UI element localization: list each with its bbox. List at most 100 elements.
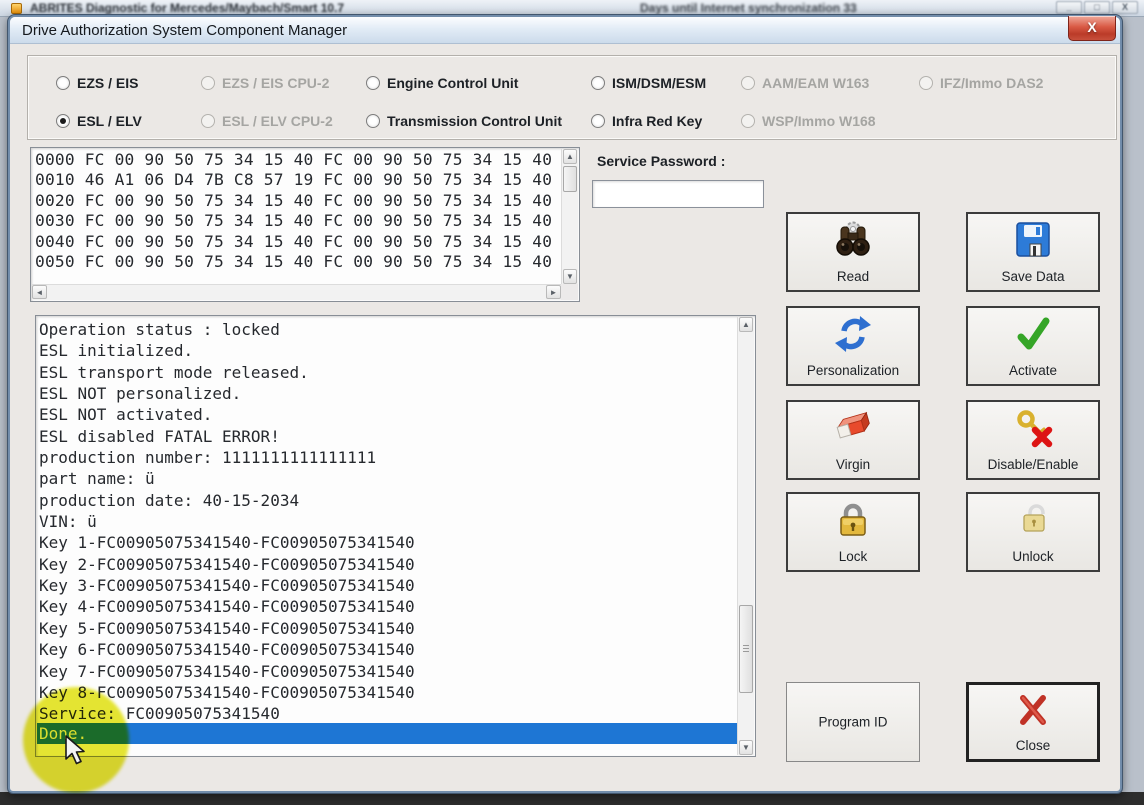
component-manager-dialog: Drive Authorization System Component Man… xyxy=(8,15,1122,793)
button-label: Activate xyxy=(968,363,1098,378)
background-minimize-button: _ xyxy=(1056,1,1082,14)
radio-circle-icon xyxy=(201,114,215,128)
log-line: Key 2-FC00905075341540-FC00905075341540 xyxy=(39,554,735,575)
log-line: Key 3-FC00905075341540-FC00905075341540 xyxy=(39,575,735,596)
hex-line: 0000 FC 00 90 50 75 34 15 40 FC 00 90 50… xyxy=(35,150,559,170)
log-line: ESL NOT activated. xyxy=(39,404,735,425)
button-label: Close xyxy=(969,738,1097,753)
eraser-icon xyxy=(833,408,873,448)
button-label: Program ID xyxy=(787,715,919,730)
radio-circle-icon xyxy=(591,76,605,90)
background-close-button: X xyxy=(1112,1,1138,14)
radio-wsp-immo-w168: WSP/Immo W168 xyxy=(741,112,876,130)
service-password-input[interactable] xyxy=(592,180,764,208)
radio-ezs-eis[interactable]: EZS / EIS xyxy=(56,74,138,92)
radio-infra-red-key[interactable]: Infra Red Key xyxy=(591,112,702,130)
dialog-close-button[interactable]: X xyxy=(1068,16,1116,41)
background-maximize-button: □ xyxy=(1084,1,1110,14)
radio-circle-icon xyxy=(201,76,215,90)
scroll-left-button[interactable]: ◄ xyxy=(32,285,47,299)
button-label: Unlock xyxy=(968,549,1098,564)
radio-transmission-control-unit[interactable]: Transmission Control Unit xyxy=(366,112,562,130)
activate-button[interactable]: Activate xyxy=(966,306,1100,386)
scrollbar-corner xyxy=(561,284,578,300)
scroll-down-button[interactable]: ▼ xyxy=(563,269,577,284)
hex-vertical-scrollbar[interactable]: ▲ ▼ xyxy=(561,149,578,284)
binoculars-icon xyxy=(833,220,873,260)
radio-circle-icon xyxy=(919,76,933,90)
background-bottom-band xyxy=(0,792,1144,805)
radio-circle-icon xyxy=(591,114,605,128)
hex-horizontal-scrollbar[interactable]: ◄ ► xyxy=(32,284,561,300)
scrollbar-thumb[interactable] xyxy=(739,605,753,693)
log-line: production number: 1111111111111111 xyxy=(39,447,735,468)
log-line: Key 8-FC00905075341540-FC00905075341540 xyxy=(39,682,735,703)
radio-ezs-eis-cpu2: EZS / EIS CPU-2 xyxy=(201,74,329,92)
scroll-down-button[interactable]: ▼ xyxy=(739,740,753,755)
radio-ifz-immo-das2: IFZ/Immo DAS2 xyxy=(919,74,1043,92)
log-line: production date: 40-15-2034 xyxy=(39,490,735,511)
red-x-icon xyxy=(1013,691,1053,731)
log-line: Key 5-FC00905075341540-FC00905075341540 xyxy=(39,618,735,639)
radio-engine-control-unit[interactable]: Engine Control Unit xyxy=(366,74,518,92)
hex-line: 0020 FC 00 90 50 75 34 15 40 FC 00 90 50… xyxy=(35,191,559,211)
scroll-up-button[interactable]: ▲ xyxy=(563,149,577,164)
button-label: Read xyxy=(788,269,918,284)
log-line: part name: ü xyxy=(39,468,735,489)
button-label: Lock xyxy=(788,549,918,564)
log-vertical-scrollbar[interactable]: ▲ ▼ xyxy=(737,317,754,755)
key-disable-icon xyxy=(1013,408,1053,448)
hex-line: 0050 FC 00 90 50 75 34 15 40 FC 00 90 50… xyxy=(35,252,559,272)
hex-dump-view[interactable]: 0000 FC 00 90 50 75 34 15 40 FC 00 90 50… xyxy=(30,147,580,302)
button-label: Personalization xyxy=(788,363,918,378)
background-app-icon xyxy=(11,3,22,14)
log-line: Service: FC00905075341540 xyxy=(39,703,735,724)
radio-aam-eam-w163: AAM/EAM W163 xyxy=(741,74,869,92)
close-button[interactable]: Close xyxy=(966,682,1100,762)
log-output-view[interactable]: Operation status : lockedESL initialized… xyxy=(35,315,756,757)
hex-line: 0010 46 A1 06 D4 7B C8 57 19 FC 00 90 50… xyxy=(35,170,559,190)
background-window-status: Days until Internet synchronization 33 xyxy=(640,1,857,15)
radio-circle-icon xyxy=(741,114,755,128)
radio-ism-dsm-esm[interactable]: ISM/DSM/ESM xyxy=(591,74,706,92)
log-line: Key 1-FC00905075341540-FC00905075341540 xyxy=(39,532,735,553)
hex-dump-lines: 0000 FC 00 90 50 75 34 15 40 FC 00 90 50… xyxy=(35,150,559,283)
hex-line: 0030 FC 00 90 50 75 34 15 40 FC 00 90 50… xyxy=(35,211,559,231)
log-line: Key 4-FC00905075341540-FC00905075341540 xyxy=(39,596,735,617)
component-type-groupbox: EZS / EIS EZS / EIS CPU-2 Engine Control… xyxy=(27,55,1117,140)
button-label: Disable/Enable xyxy=(968,457,1098,472)
lock-button[interactable]: Lock xyxy=(786,492,920,572)
disable-enable-button[interactable]: Disable/Enable xyxy=(966,400,1100,480)
hex-line: 0040 FC 00 90 50 75 34 15 40 FC 00 90 50… xyxy=(35,232,559,252)
log-line: ESL disabled FATAL ERROR! xyxy=(39,426,735,447)
unlock-button[interactable]: Unlock xyxy=(966,492,1100,572)
radio-esl-elv-cpu2: ESL / ELV CPU-2 xyxy=(201,112,333,130)
green-check-icon xyxy=(1013,314,1053,354)
floppy-disk-icon xyxy=(1013,220,1053,260)
personalization-button[interactable]: Personalization xyxy=(786,306,920,386)
button-label: Save Data xyxy=(968,269,1098,284)
virgin-button[interactable]: Virgin xyxy=(786,400,920,480)
radio-circle-icon xyxy=(366,76,380,90)
log-lines: Operation status : lockedESL initialized… xyxy=(39,319,735,753)
lock-open-icon xyxy=(1013,500,1053,540)
log-line: Operation status : locked xyxy=(39,319,735,340)
background-window-title: ABRITES Diagnostic for Mercedes/Maybach/… xyxy=(30,1,344,15)
log-line: Key 7-FC00905075341540-FC00905075341540 xyxy=(39,661,735,682)
program-id-button[interactable]: Program ID xyxy=(786,682,920,762)
radio-circle-icon xyxy=(56,76,70,90)
log-line: ESL transport mode released. xyxy=(39,362,735,383)
read-button[interactable]: Read xyxy=(786,212,920,292)
scroll-up-button[interactable]: ▲ xyxy=(739,317,753,332)
radio-esl-elv[interactable]: ESL / ELV xyxy=(56,112,142,130)
service-password-label: Service Password : xyxy=(597,153,725,169)
scrollbar-thumb[interactable] xyxy=(563,166,577,192)
save-data-button[interactable]: Save Data xyxy=(966,212,1100,292)
dialog-titlebar: Drive Authorization System Component Man… xyxy=(10,17,1120,44)
radio-circle-icon xyxy=(56,114,70,128)
lock-closed-icon xyxy=(833,500,873,540)
button-label: Virgin xyxy=(788,457,918,472)
scroll-right-button[interactable]: ► xyxy=(546,285,561,299)
log-line: VIN: ü xyxy=(39,511,735,532)
log-line: ESL initialized. xyxy=(39,340,735,361)
